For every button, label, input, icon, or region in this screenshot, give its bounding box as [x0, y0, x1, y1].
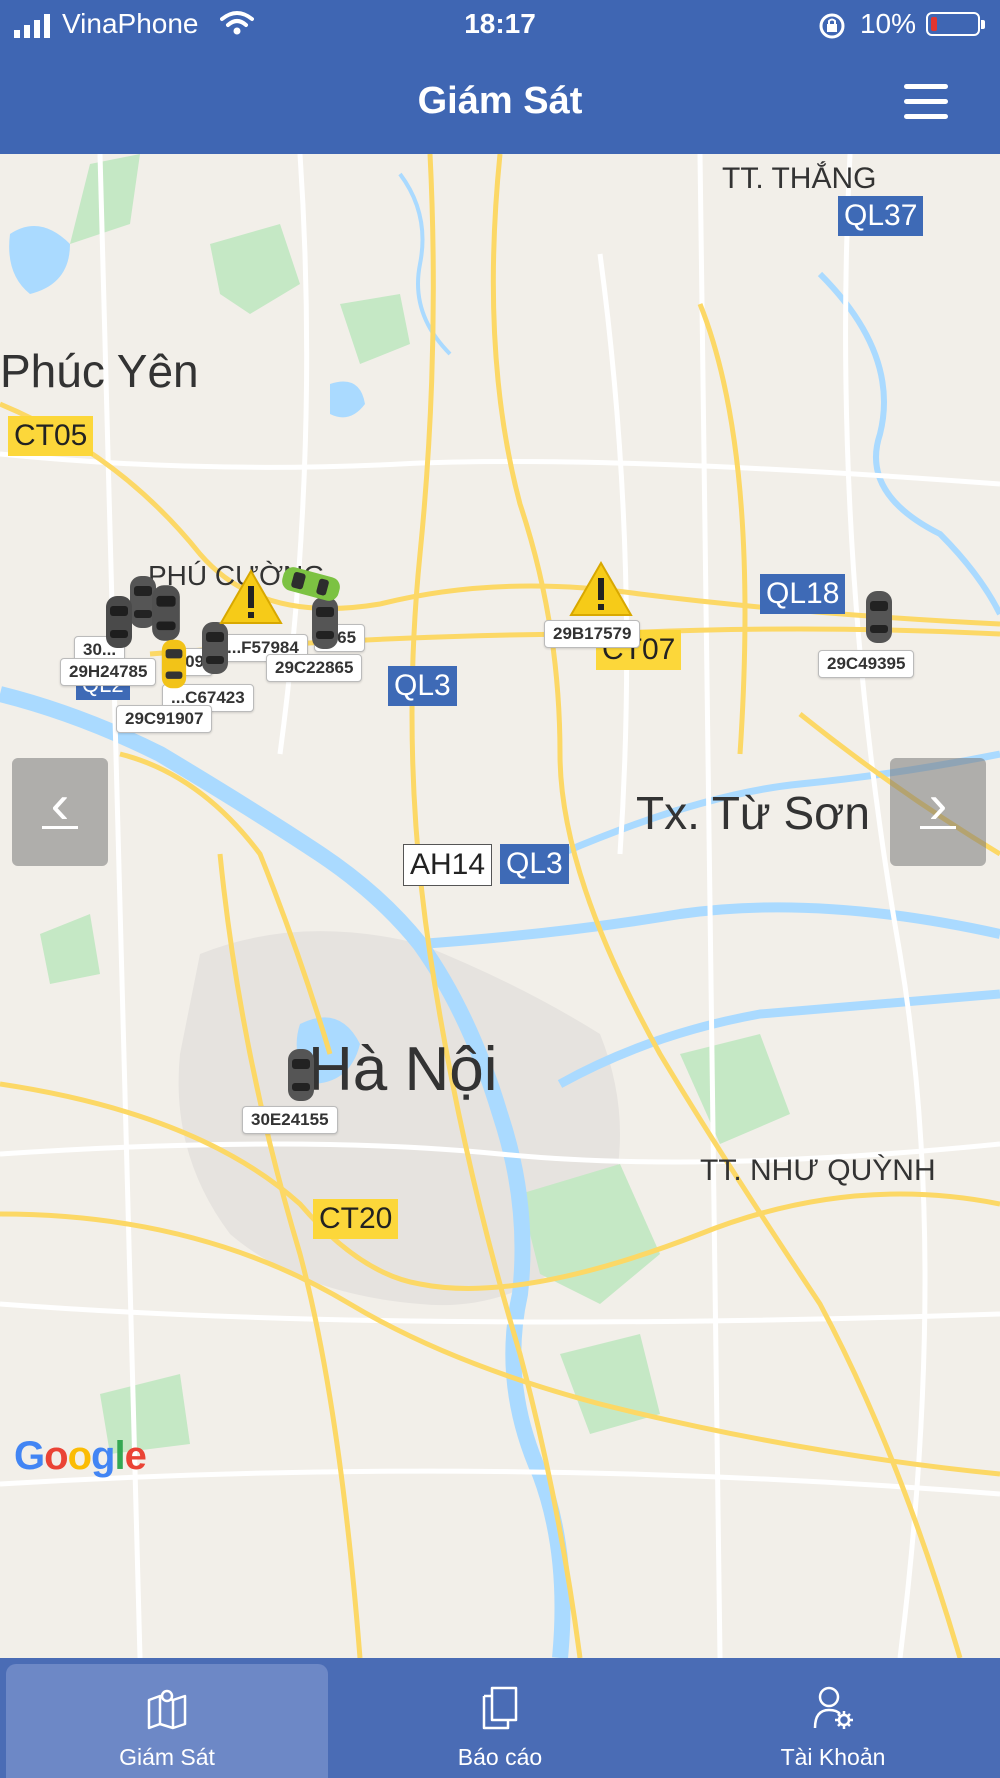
- car-marker-icon[interactable]: [160, 636, 188, 692]
- car-marker-icon[interactable]: [286, 1044, 316, 1106]
- car-marker-icon[interactable]: [278, 566, 344, 602]
- place-label: Hà Nội: [308, 1035, 498, 1104]
- app-header: Giám Sát: [0, 52, 1000, 154]
- road-shield: CT20: [313, 1199, 399, 1239]
- prev-vehicle-button[interactable]: ‹: [12, 758, 108, 866]
- vehicle-plate-label[interactable]: 29C22865: [266, 654, 363, 682]
- vehicle-plate-label[interactable]: 29C91907: [116, 705, 213, 733]
- clock: 18:17: [464, 8, 536, 39]
- car-marker-icon[interactable]: [104, 592, 134, 652]
- next-vehicle-button[interactable]: ›: [890, 758, 986, 866]
- battery-percent: 10%: [859, 8, 916, 39]
- vehicle-plate-label[interactable]: 29C49395: [818, 650, 915, 678]
- battery-icon: [926, 12, 985, 36]
- warning-icon[interactable]: [568, 560, 634, 618]
- map-icon: [147, 1689, 187, 1730]
- car-marker-icon[interactable]: [200, 618, 230, 678]
- road-shield: QL3: [500, 844, 569, 884]
- road-shield: QL37: [838, 196, 924, 236]
- chevron-left-icon: ‹: [50, 772, 70, 835]
- road-shield: QL3: [388, 666, 457, 706]
- user-settings-icon: [813, 1686, 853, 1729]
- tab-label: Tài Khoản: [780, 1744, 886, 1770]
- place-label: TT. THẮNG: [722, 162, 877, 195]
- hamburger-menu-icon[interactable]: [902, 82, 950, 122]
- road-shield: CT05: [8, 416, 94, 456]
- vehicle-plate-label[interactable]: 29B17579: [544, 620, 641, 648]
- tab-bao-cao[interactable]: Báo cáo: [334, 1664, 666, 1778]
- place-label: TT. NHƯ QUỲNH: [700, 1154, 936, 1187]
- road-shield: AH14: [403, 844, 493, 886]
- warning-icon[interactable]: [218, 568, 284, 626]
- chevron-right-icon: ›: [928, 772, 948, 835]
- car-marker-icon[interactable]: [864, 586, 894, 648]
- car-marker-icon[interactable]: [150, 582, 182, 644]
- google-logo: Google: [14, 1434, 147, 1478]
- vehicle-plate-label[interactable]: 30E24155: [242, 1106, 338, 1134]
- road-shield: QL18: [760, 574, 846, 614]
- tab-tai-khoan[interactable]: Tài Khoản: [672, 1664, 994, 1778]
- status-bar: VinaPhone 18:17 10%: [0, 0, 1000, 52]
- place-label: Phúc Yên: [0, 345, 199, 397]
- rotation-lock-icon: [819, 13, 845, 39]
- documents-icon: [482, 1686, 518, 1730]
- page-title: Giám Sát: [417, 80, 583, 122]
- map-view[interactable]: TT. THẮNG Phúc Yên PHÚ CƯỜNG Tx. Từ Sơn …: [0, 154, 1000, 1658]
- bottom-tab-bar: Giám Sát Báo cáo Tài Khoản: [0, 1658, 1000, 1778]
- tab-label: Giám Sát: [119, 1744, 215, 1770]
- vehicle-plate-label[interactable]: 29H24785: [60, 658, 157, 686]
- tab-label: Báo cáo: [457, 1744, 543, 1770]
- place-label: Tx. Từ Sơn: [636, 787, 870, 839]
- tab-giam-sat[interactable]: Giám Sát: [6, 1664, 328, 1778]
